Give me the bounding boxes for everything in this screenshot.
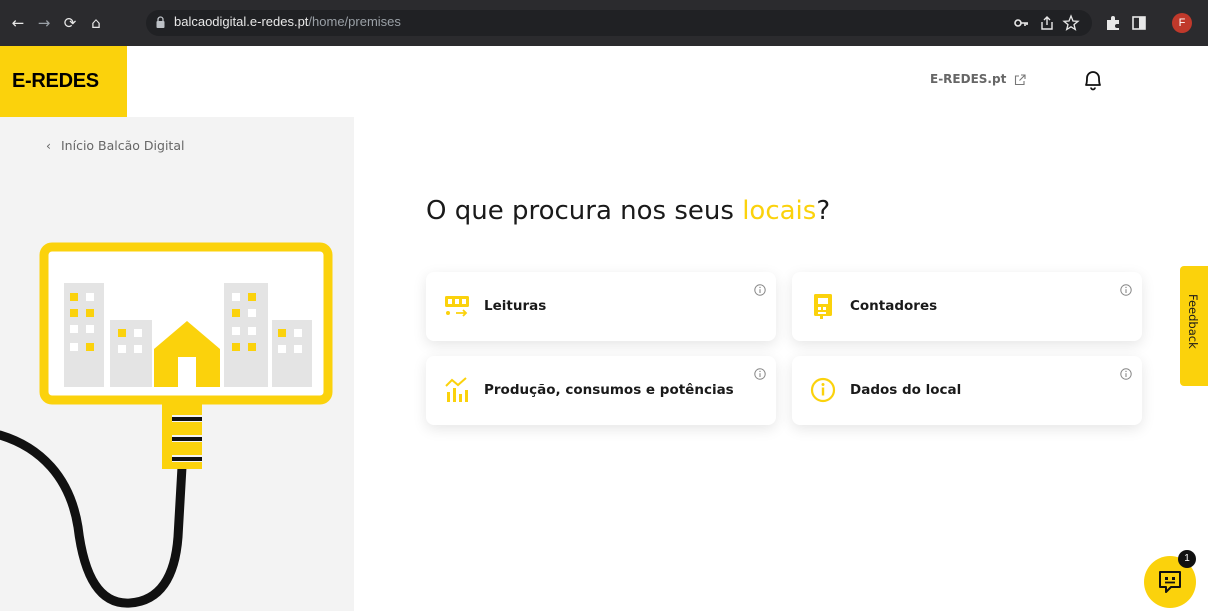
- card-dados-do-local[interactable]: Dados do local: [792, 356, 1142, 425]
- home-icon[interactable]: ⌂: [86, 12, 106, 34]
- card-producao-consumos[interactable]: Produção, consumos e potências: [426, 356, 776, 425]
- key-icon[interactable]: [1012, 14, 1030, 32]
- share-icon[interactable]: [1038, 14, 1056, 32]
- e-redes-logo[interactable]: E-REDES: [0, 46, 127, 117]
- url-text: balcaodigital.e-redes.pt/home/premises: [174, 14, 401, 29]
- feedback-tab[interactable]: Feedback: [1180, 266, 1208, 386]
- page-title: O que procura nos seus locais?: [426, 196, 831, 226]
- chevron-left-icon: ‹: [46, 138, 51, 153]
- card-label: Produção, consumos e potências: [484, 382, 734, 398]
- card-leituras[interactable]: Leituras: [426, 272, 776, 341]
- consumption-chart-icon: [445, 377, 468, 402]
- back-to-home-link[interactable]: ‹ Início Balcão Digital: [46, 138, 184, 153]
- address-bar[interactable]: balcaodigital.e-redes.pt/home/premises: [146, 10, 1092, 36]
- chat-unread-badge: 1: [1178, 550, 1196, 568]
- left-panel: ‹ Início Balcão Digital: [0, 117, 354, 611]
- card-label: Contadores: [850, 298, 938, 314]
- forward-arrow-icon[interactable]: →: [34, 12, 54, 34]
- info-circle-icon: [810, 377, 836, 403]
- back-link-label: Início Balcão Digital: [61, 138, 185, 153]
- site-header: E-REDES E-REDES.pt: [0, 46, 1208, 117]
- bookmark-star-icon[interactable]: [1062, 14, 1080, 32]
- feedback-label: Feedback: [1186, 294, 1200, 349]
- card-label: Leituras: [484, 298, 547, 314]
- meter-device-icon: [814, 294, 832, 319]
- chat-bubble-icon: [1159, 571, 1181, 593]
- info-icon[interactable]: [1120, 368, 1132, 380]
- e-redes-site-link[interactable]: E-REDES.pt: [930, 72, 1006, 86]
- side-panel-icon[interactable]: [1130, 14, 1148, 32]
- profile-avatar[interactable]: F: [1172, 13, 1192, 33]
- info-icon[interactable]: [754, 368, 766, 380]
- meter-reading-icon: [445, 296, 469, 317]
- info-icon[interactable]: [754, 284, 766, 296]
- notification-bell-icon[interactable]: [1082, 68, 1104, 92]
- card-label: Dados do local: [850, 382, 962, 398]
- info-icon[interactable]: [1120, 284, 1132, 296]
- reload-icon[interactable]: ⟳: [60, 12, 80, 34]
- external-link-icon[interactable]: [1014, 74, 1026, 86]
- browser-toolbar: ← → ⟳ ⌂ balcaodigital.e-redes.pt/home/pr…: [0, 0, 1208, 46]
- card-contadores[interactable]: Contadores: [792, 272, 1142, 341]
- extensions-puzzle-icon[interactable]: [1104, 14, 1122, 32]
- lock-icon: [156, 16, 165, 28]
- back-arrow-icon[interactable]: ←: [8, 12, 28, 34]
- chat-button[interactable]: 1: [1144, 550, 1196, 608]
- city-plug-illustration-icon: [0, 242, 333, 608]
